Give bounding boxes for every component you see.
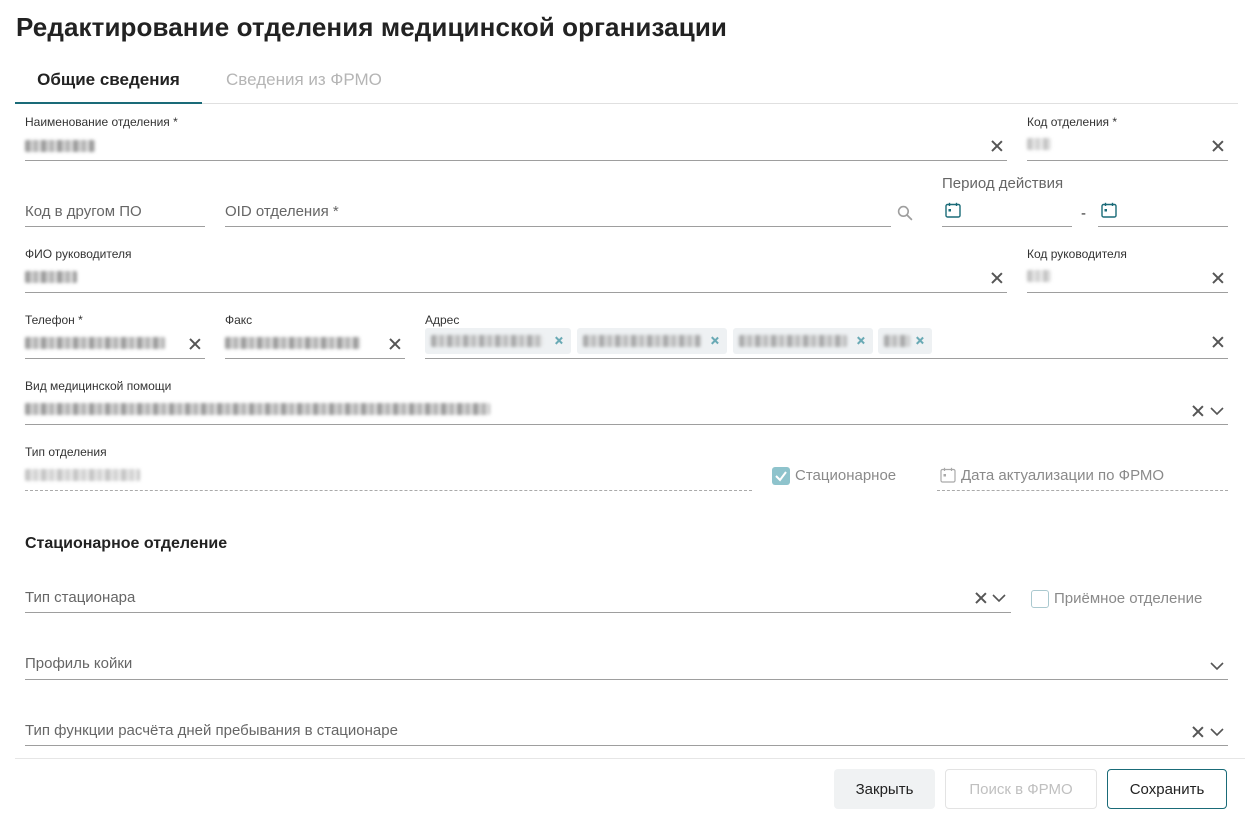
clear-icon[interactable]: [1191, 725, 1205, 739]
clear-icon[interactable]: [990, 139, 1004, 153]
chevron-down-icon[interactable]: [1209, 658, 1225, 674]
divider: [225, 226, 891, 227]
divider: [25, 292, 1007, 293]
head-name-field[interactable]: [25, 264, 1007, 292]
other-code-input[interactable]: Код в другом ПО: [25, 203, 142, 220]
address-chip[interactable]: [733, 328, 873, 354]
divider: [25, 745, 1228, 746]
dept-type-label: Тип отделения: [25, 445, 107, 459]
divider: [25, 160, 1007, 161]
clear-icon[interactable]: [1211, 271, 1225, 285]
care-type-label: Вид медицинской помощи: [25, 379, 172, 393]
inpatient-checkbox-label: Стационарное: [795, 467, 897, 484]
clear-icon[interactable]: [388, 337, 402, 351]
phone-value: [25, 337, 165, 349]
remove-chip-icon[interactable]: [856, 336, 865, 345]
address-chip[interactable]: [878, 328, 932, 354]
dept-code-value: [1027, 138, 1051, 150]
address-chip-value: [884, 335, 910, 347]
divider: [425, 358, 1228, 359]
head-code-field[interactable]: [1027, 264, 1227, 292]
clear-icon[interactable]: [990, 271, 1004, 285]
dept-type-value: [25, 469, 140, 481]
dept-code-label: Код отделения *: [1027, 115, 1118, 129]
divider: [25, 490, 752, 491]
head-name-label: ФИО руководителя: [25, 247, 132, 261]
remove-chip-icon[interactable]: [915, 336, 924, 345]
divider: [25, 612, 1011, 613]
stay-calc-type-select[interactable]: Тип функции расчёта дней пребывания в ст…: [25, 722, 398, 739]
divider: [937, 490, 1228, 491]
address-chip-value: [431, 335, 543, 347]
clear-icon[interactable]: [1191, 404, 1205, 418]
fax-label: Факс: [225, 313, 253, 327]
head-code-label: Код руководителя: [1027, 247, 1127, 261]
divider: [1098, 226, 1228, 227]
address-chip[interactable]: [577, 328, 727, 354]
address-chip[interactable]: [425, 328, 571, 354]
divider: [942, 226, 1072, 227]
dept-name-label: Наименование отделения *: [25, 115, 178, 129]
tab-bar: Общие сведения Сведения из ФРМО: [15, 64, 1238, 104]
chevron-down-icon[interactable]: [1209, 403, 1225, 419]
hospital-type-select[interactable]: Тип стационара: [25, 589, 135, 606]
chevron-down-icon[interactable]: [991, 590, 1007, 606]
period-end-input[interactable]: [1098, 198, 1228, 226]
address-label: Адрес: [425, 313, 460, 327]
divider: [25, 226, 205, 227]
save-button[interactable]: Сохранить: [1107, 769, 1227, 809]
tab-frmo[interactable]: Сведения из ФРМО: [226, 64, 386, 104]
calendar-icon: [940, 467, 956, 483]
clear-icon[interactable]: [188, 337, 202, 351]
bed-profile-select[interactable]: Профиль койки: [25, 655, 132, 672]
dept-name-value: [25, 140, 95, 152]
frmo-search-button[interactable]: Поиск в ФРМО: [945, 769, 1097, 809]
chevron-down-icon[interactable]: [1209, 724, 1225, 740]
divider: [1027, 160, 1228, 161]
remove-chip-icon[interactable]: [554, 336, 563, 345]
head-code-value: [1027, 270, 1051, 282]
divider: [1027, 292, 1228, 293]
tab-general[interactable]: Общие сведения: [15, 64, 202, 104]
oid-input[interactable]: OID отделения *: [225, 203, 339, 220]
period-separator: -: [1081, 205, 1086, 222]
divider: [25, 679, 1228, 680]
clear-icon[interactable]: [1211, 139, 1225, 153]
divider: [25, 358, 205, 359]
close-button[interactable]: Закрыть: [834, 769, 935, 809]
period-start-input[interactable]: [942, 198, 1072, 226]
period-label: Период действия: [942, 175, 1064, 192]
clear-icon[interactable]: [1211, 335, 1225, 349]
divider: [225, 358, 405, 359]
search-icon[interactable]: [897, 205, 917, 225]
dept-name-field[interactable]: [25, 132, 1007, 160]
address-chip-value: [739, 335, 847, 347]
admission-dept-checkbox-label: Приёмное отделение: [1054, 590, 1203, 607]
phone-label: Телефон *: [25, 313, 83, 327]
address-chip-value: [583, 335, 701, 347]
clear-icon[interactable]: [974, 591, 988, 605]
care-type-value: [25, 403, 490, 415]
frmo-update-date-input: Дата актуализации по ФРМО: [961, 467, 1165, 484]
admission-dept-checkbox[interactable]: [1031, 590, 1049, 608]
remove-chip-icon[interactable]: [710, 336, 719, 345]
page-title: Редактирование отделения медицинской орг…: [16, 12, 727, 42]
head-name-value: [25, 271, 77, 283]
divider: [25, 424, 1228, 425]
inpatient-section-title: Стационарное отделение: [25, 535, 228, 552]
footer-divider: [15, 758, 1245, 759]
dept-code-field[interactable]: [1027, 132, 1227, 160]
check-icon: [775, 471, 787, 482]
fax-value: [225, 337, 360, 349]
inpatient-checkbox[interactable]: [772, 467, 790, 485]
